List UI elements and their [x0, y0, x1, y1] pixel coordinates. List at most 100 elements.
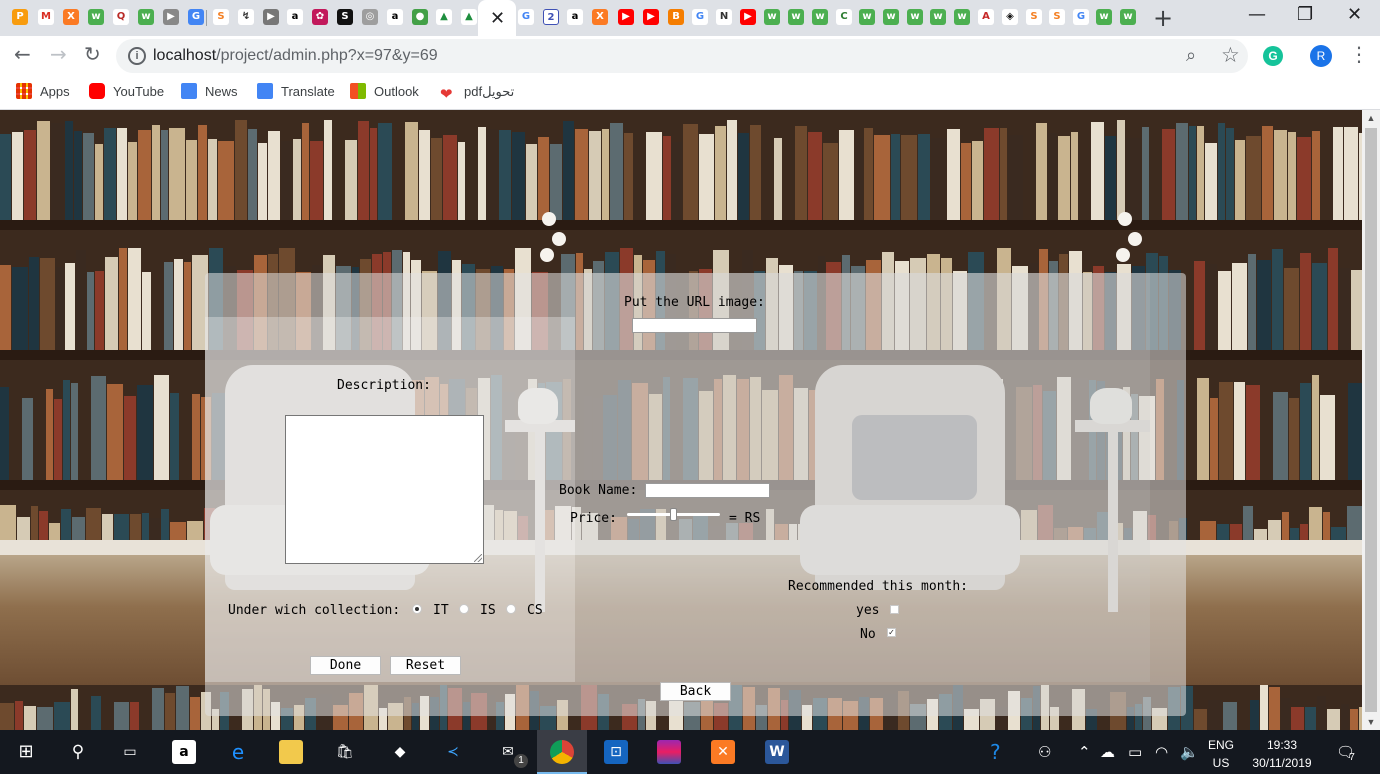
- bookmark-translate[interactable]: Translate: [257, 82, 335, 102]
- collection-radio-is[interactable]: [459, 604, 469, 614]
- price-slider-thumb[interactable]: [670, 508, 677, 521]
- youtube-tab-icon[interactable]: ▶: [618, 9, 634, 25]
- google-tab-icon[interactable]: G: [692, 9, 708, 25]
- site-tab-icon[interactable]: ✿: [312, 9, 328, 25]
- w3schools-tab-icon[interactable]: w: [812, 9, 828, 25]
- volume-icon[interactable]: 🔈: [1180, 743, 1199, 761]
- site-tab-icon[interactable]: ◎: [362, 9, 378, 25]
- language-indicator[interactable]: ENG US: [1204, 736, 1238, 772]
- recommended-yes-checkbox[interactable]: [890, 605, 899, 614]
- xampp-tab-icon[interactable]: X: [592, 9, 608, 25]
- stackoverflow-tab-icon[interactable]: S: [1026, 9, 1042, 25]
- chrome-icon[interactable]: [550, 740, 574, 764]
- site-tab-icon[interactable]: C: [836, 9, 852, 25]
- gmail-tab-icon[interactable]: M: [38, 9, 54, 25]
- info-icon[interactable]: i: [128, 47, 146, 65]
- page-scrollbar[interactable]: ▲ ▼: [1362, 110, 1380, 730]
- reload-icon[interactable]: ↻: [84, 42, 101, 66]
- google-tab-icon[interactable]: G: [1073, 9, 1089, 25]
- show-hidden-icons[interactable]: ⌃: [1078, 743, 1091, 761]
- bookmark-outlook[interactable]: Outlook: [350, 82, 419, 102]
- sql-tab-icon[interactable]: S: [337, 9, 353, 25]
- w3schools-tab-icon[interactable]: w: [1096, 9, 1112, 25]
- amazon-tab-icon[interactable]: a: [287, 9, 303, 25]
- dropbox-icon[interactable]: ◆: [388, 740, 412, 764]
- wifi-icon[interactable]: ◠: [1155, 743, 1168, 761]
- w3schools-tab-icon[interactable]: w: [1120, 9, 1136, 25]
- stackoverflow-tab-icon[interactable]: S: [1049, 9, 1065, 25]
- visual-studio-icon[interactable]: ≺: [441, 740, 465, 764]
- task-view-icon[interactable]: ▭: [118, 740, 142, 764]
- bookmark-star-icon[interactable]: ☆: [1221, 43, 1240, 67]
- bookmark-youtube[interactable]: YouTube: [89, 82, 164, 102]
- edge-icon[interactable]: e: [226, 740, 250, 764]
- xampp-tab-icon[interactable]: X: [63, 9, 79, 25]
- search-icon[interactable]: ⚲: [66, 740, 90, 764]
- youtube-tab-icon[interactable]: ▶: [643, 9, 659, 25]
- profile-avatar[interactable]: R: [1310, 45, 1332, 67]
- phpmyadmin-tab-icon[interactable]: P: [12, 9, 28, 25]
- resize-grip-icon[interactable]: [474, 554, 482, 562]
- w3schools-tab-icon[interactable]: w: [88, 9, 104, 25]
- site-tab-icon[interactable]: 2: [543, 9, 559, 25]
- w3schools-tab-icon[interactable]: w: [764, 9, 780, 25]
- amazon-tab-icon[interactable]: a: [387, 9, 403, 25]
- stackoverflow-tab-icon[interactable]: S: [213, 9, 229, 25]
- restore-icon[interactable]: ❐: [1297, 4, 1313, 25]
- reset-button[interactable]: Reset: [390, 656, 461, 675]
- amazon-tab-icon[interactable]: a: [567, 9, 583, 25]
- back-button[interactable]: Back: [660, 682, 731, 701]
- bookmark-pdf[interactable]: ❤ pdfتحويل: [440, 82, 514, 103]
- codepen-tab-icon[interactable]: ◈: [1002, 9, 1018, 25]
- google-tab-icon[interactable]: G: [518, 9, 534, 25]
- address-bar[interactable]: i localhost/project/admin.php?x=97&y=69 …: [116, 39, 1248, 73]
- video-tab-icon[interactable]: ▶: [163, 9, 179, 25]
- close-tab-icon[interactable]: ✕: [490, 8, 505, 29]
- clock[interactable]: 19:33 30/11/2019: [1244, 736, 1320, 772]
- grammarly-icon[interactable]: G: [1263, 46, 1283, 66]
- url-image-input[interactable]: [632, 318, 757, 333]
- onedrive-icon[interactable]: ☁: [1100, 743, 1115, 761]
- xampp-icon[interactable]: ✕: [711, 740, 735, 764]
- book-name-input[interactable]: [645, 483, 770, 498]
- w3schools-tab-icon[interactable]: w: [954, 9, 970, 25]
- battery-icon[interactable]: ▭: [1128, 743, 1142, 761]
- scroll-down-icon[interactable]: ▼: [1362, 714, 1380, 730]
- done-button[interactable]: Done: [310, 656, 381, 675]
- help-icon[interactable]: ?: [990, 740, 1001, 764]
- w3schools-tab-icon[interactable]: w: [859, 9, 875, 25]
- browser-menu-icon[interactable]: ⋮: [1349, 42, 1369, 66]
- url-text[interactable]: localhost/project/admin.php?x=97&y=69: [153, 47, 438, 65]
- store-icon[interactable]: 🛍: [333, 740, 357, 764]
- collection-radio-it[interactable]: [412, 604, 422, 614]
- google-tab-icon[interactable]: G: [188, 9, 204, 25]
- app-icon[interactable]: ⊡: [604, 740, 628, 764]
- bookmark-news[interactable]: News: [181, 82, 238, 102]
- collection-radio-cs[interactable]: [506, 604, 516, 614]
- amazon-icon[interactable]: a: [172, 740, 196, 764]
- youtube-tab-icon[interactable]: ▶: [740, 9, 756, 25]
- site-tab-icon[interactable]: A: [978, 9, 994, 25]
- site-tab-icon[interactable]: N: [716, 9, 732, 25]
- word-icon[interactable]: W: [765, 740, 789, 764]
- recommended-no-checkbox[interactable]: ✓: [887, 628, 896, 637]
- blogger-tab-icon[interactable]: B: [668, 9, 684, 25]
- forward-arrow-icon[interactable]: →: [50, 42, 67, 66]
- close-window-icon[interactable]: ✕: [1347, 4, 1362, 25]
- back-arrow-icon[interactable]: ←: [14, 42, 31, 66]
- zoom-icon[interactable]: ⌕: [1186, 45, 1196, 66]
- w3schools-tab-icon[interactable]: w: [883, 9, 899, 25]
- minimize-icon[interactable]: —: [1248, 4, 1266, 25]
- description-textarea[interactable]: [285, 415, 484, 564]
- winrar-icon[interactable]: [657, 740, 681, 764]
- bookmark-apps[interactable]: Apps: [16, 82, 70, 102]
- quora-tab-icon[interactable]: Q: [113, 9, 129, 25]
- scroll-up-icon[interactable]: ▲: [1362, 110, 1380, 126]
- drive-tab-icon[interactable]: ▲: [461, 9, 477, 25]
- new-tab-icon[interactable]: +: [1153, 4, 1173, 32]
- link-tab-icon[interactable]: ↯: [238, 9, 254, 25]
- w3schools-tab-icon[interactable]: w: [907, 9, 923, 25]
- w3schools-tab-icon[interactable]: w: [138, 9, 154, 25]
- video-tab-icon[interactable]: ▶: [263, 9, 279, 25]
- scroll-thumb[interactable]: [1365, 128, 1377, 712]
